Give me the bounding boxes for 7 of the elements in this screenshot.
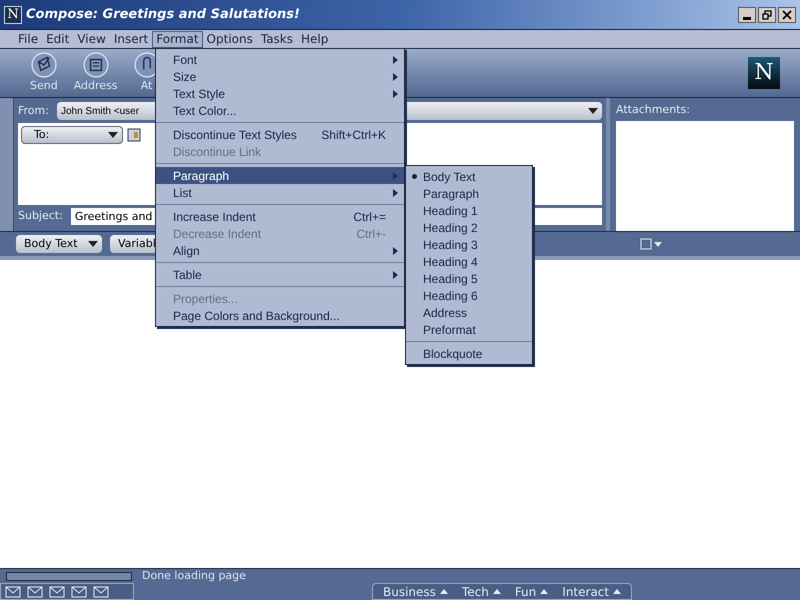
from-label: From: xyxy=(18,102,49,119)
netscape-logo: N xyxy=(748,57,780,89)
attachments-label: Attachments: xyxy=(616,102,691,118)
status-text: Done loading page xyxy=(142,568,246,584)
app-logo-icon: N xyxy=(4,6,22,24)
window-title: Compose: Greetings and Salutations! xyxy=(26,6,300,24)
subject-label: Subject: xyxy=(18,208,63,224)
